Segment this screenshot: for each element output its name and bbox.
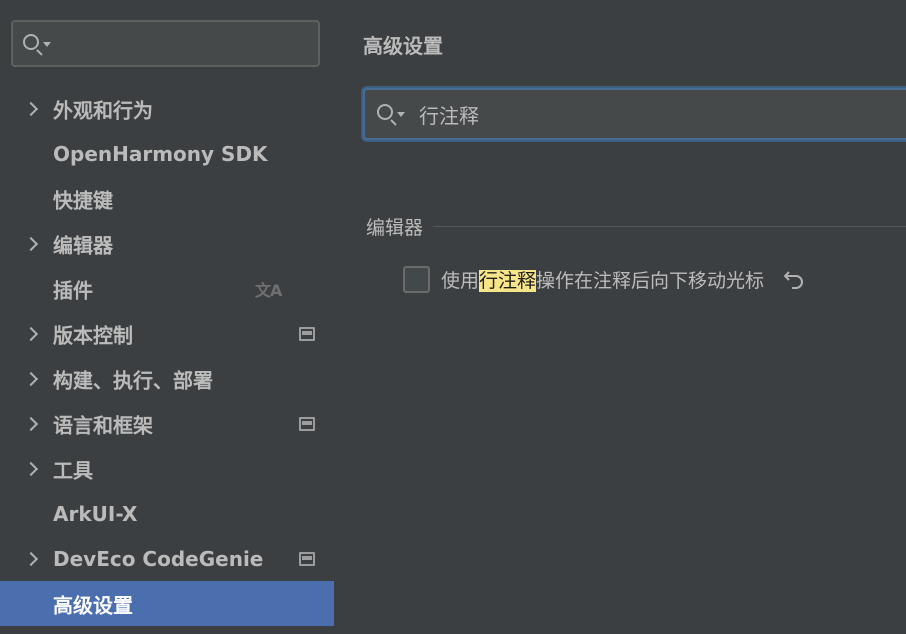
project-settings-icon — [299, 551, 315, 566]
settings-window: 外观和行为 OpenHarmony SDK 快捷键 编辑器 插件 文A 版本控制 — [0, 0, 906, 634]
chevron-right-icon[interactable] — [23, 371, 39, 386]
search-icon[interactable] — [377, 103, 409, 125]
settings-sidebar: 外观和行为 OpenHarmony SDK 快捷键 编辑器 插件 文A 版本控制 — [0, 0, 334, 634]
sidebar-item-label: OpenHarmony SDK — [53, 141, 268, 166]
sidebar-item-openharmony-sdk[interactable]: OpenHarmony SDK — [0, 131, 334, 176]
sidebar-item-label: 插件 — [53, 278, 93, 302]
settings-content: 高级设置 编辑器 使用行注释操作在注释后向下移动光标 — [334, 0, 906, 634]
chevron-right-icon[interactable] — [23, 551, 39, 566]
sidebar-item-appearance[interactable]: 外观和行为 — [0, 86, 334, 131]
sidebar-search-input[interactable] — [53, 22, 318, 65]
reset-icon[interactable] — [782, 268, 806, 290]
sidebar-item-label: DevEco CodeGenie — [53, 546, 264, 571]
sidebar-item-label: 快捷键 — [53, 188, 113, 212]
sidebar-item-plugins[interactable]: 插件 文A — [0, 266, 334, 311]
chevron-right-icon[interactable] — [23, 326, 39, 341]
sidebar-item-label: 构建、执行、部署 — [53, 368, 213, 392]
sidebar-item-build-execution-deployment[interactable]: 构建、执行、部署 — [0, 356, 334, 401]
advanced-settings-search-input[interactable] — [409, 90, 906, 138]
option-checkbox[interactable] — [403, 265, 430, 293]
option-text-before: 使用 — [441, 269, 480, 292]
chevron-right-icon[interactable] — [23, 461, 39, 476]
advanced-settings-search-box[interactable] — [363, 88, 906, 140]
sidebar-item-label: 语言和框架 — [53, 413, 153, 437]
chevron-right-icon[interactable] — [23, 236, 39, 251]
section-header-editor: 编辑器 — [366, 212, 906, 240]
sidebar-item-version-control[interactable]: 版本控制 — [0, 311, 334, 356]
search-match-highlight: 行注释 — [479, 269, 537, 292]
option-text-after: 操作在注释后向下移动光标 — [536, 269, 765, 292]
settings-nav: 外观和行为 OpenHarmony SDK 快捷键 编辑器 插件 文A 版本控制 — [0, 86, 334, 626]
sidebar-item-keymap[interactable]: 快捷键 — [0, 176, 334, 221]
chevron-right-icon[interactable] — [23, 101, 39, 116]
sidebar-item-arkui-x[interactable]: ArkUI-X — [0, 491, 334, 536]
section-label: 编辑器 — [366, 216, 424, 239]
sidebar-search-box[interactable] — [11, 20, 320, 67]
sidebar-item-label: 外观和行为 — [53, 98, 153, 122]
sidebar-item-advanced-settings[interactable]: 高级设置 — [0, 581, 334, 626]
project-settings-icon — [299, 416, 315, 431]
translate-icon: 文A — [255, 280, 282, 300]
sidebar-item-tools[interactable]: 工具 — [0, 446, 334, 491]
sidebar-item-label: 版本控制 — [53, 323, 133, 347]
sidebar-item-label: 高级设置 — [53, 593, 133, 617]
sidebar-item-languages-frameworks[interactable]: 语言和框架 — [0, 401, 334, 446]
sidebar-item-label: 工具 — [53, 458, 93, 482]
sidebar-item-editor[interactable]: 编辑器 — [0, 221, 334, 266]
sidebar-item-label: 编辑器 — [53, 233, 113, 257]
sidebar-item-deveco-codegenie[interactable]: DevEco CodeGenie — [0, 536, 334, 581]
project-settings-icon — [299, 326, 315, 341]
chevron-right-icon[interactable] — [23, 416, 39, 431]
option-label: 使用行注释操作在注释后向下移动光标 — [441, 266, 764, 293]
section-divider — [433, 225, 906, 227]
search-icon[interactable] — [23, 33, 53, 55]
option-line-comment-move-caret[interactable]: 使用行注释操作在注释后向下移动光标 — [403, 263, 806, 295]
sidebar-item-label: ArkUI-X — [53, 501, 138, 526]
page-title: 高级设置 — [363, 34, 443, 58]
